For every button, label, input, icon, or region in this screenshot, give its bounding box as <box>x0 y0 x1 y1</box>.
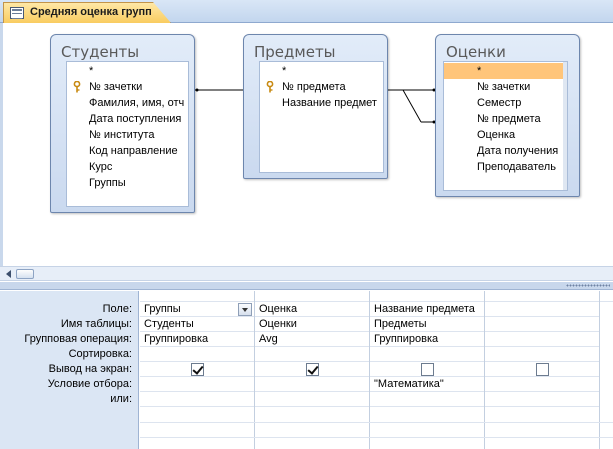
query-tab[interactable]: Средняя оценка групп <box>3 2 171 23</box>
key-icon <box>266 81 274 93</box>
field-item[interactable]: Код направление <box>67 143 188 159</box>
cell-show[interactable] <box>485 362 599 377</box>
cell-criteria[interactable] <box>140 377 254 392</box>
cell-show[interactable] <box>255 362 369 377</box>
table-subjects-title: Предметы <box>254 43 336 61</box>
row-label-sort: Сортировка: <box>68 348 132 360</box>
cell-table[interactable]: Оценки <box>255 317 369 332</box>
cell-table[interactable]: Студенты <box>140 317 254 332</box>
field-item[interactable]: № института <box>67 127 188 143</box>
field-item-key[interactable]: № предмета <box>260 79 383 95</box>
row-label-or: или: <box>110 393 132 405</box>
field-item[interactable]: Группы <box>67 175 188 191</box>
splitter-grip-icon[interactable] <box>566 284 610 287</box>
query-tab-title: Средняя оценка групп <box>30 6 152 18</box>
field-item[interactable]: Дата поступления <box>67 111 188 127</box>
row-label-total: Групповая операция: <box>24 333 132 345</box>
cell-or[interactable] <box>140 392 254 407</box>
horizontal-scrollbar[interactable] <box>0 266 613 281</box>
cell-criteria[interactable]: "Математика" <box>370 377 484 392</box>
show-checkbox[interactable] <box>536 363 549 376</box>
scroll-thumb[interactable] <box>16 269 34 279</box>
table-subjects[interactable]: Предметы * № предмета Название предмет <box>243 34 388 179</box>
field-item[interactable]: * <box>260 63 383 79</box>
cell-sort[interactable] <box>370 347 484 362</box>
table-subjects-field-list[interactable]: * № предмета Название предмет <box>259 61 384 173</box>
scroll-left-icon[interactable] <box>6 270 11 278</box>
table-students-title: Студенты <box>61 43 140 61</box>
cell-field[interactable] <box>485 302 599 317</box>
row-label-field: Поле: <box>102 303 132 315</box>
field-item[interactable]: Фамилия, имя, отч <box>67 95 188 111</box>
grid-row-line <box>140 422 613 423</box>
cell-operation[interactable] <box>485 332 599 347</box>
query-design-window: Средняя оценка групп Студенты * № зачетк… <box>0 0 613 449</box>
row-label-show: Вывод на экран: <box>48 363 132 375</box>
cell-field[interactable]: Название предмета <box>370 302 484 317</box>
query-icon <box>10 7 24 19</box>
table-design-pane[interactable]: Студенты * № зачетки Фамилия, имя, отч Д… <box>0 23 613 266</box>
grid-column-1[interactable]: Группы Студенты Группировка <box>140 291 255 449</box>
field-item[interactable]: Преподаватель <box>444 159 565 175</box>
cell-sort[interactable] <box>255 347 369 362</box>
cell-operation[interactable]: Группировка <box>140 332 254 347</box>
show-checkbox[interactable] <box>421 363 434 376</box>
grid-row-headers: Поле: Имя таблицы: Групповая операция: С… <box>0 291 139 449</box>
cell-criteria[interactable] <box>255 377 369 392</box>
table-grades-title: Оценки <box>446 43 506 61</box>
table-students-field-list[interactable]: * № зачетки Фамилия, имя, отч Дата посту… <box>66 61 189 207</box>
cell-field[interactable]: Оценка <box>255 302 369 317</box>
cell-or[interactable] <box>255 392 369 407</box>
cell-show[interactable] <box>370 362 484 377</box>
key-icon <box>73 81 81 93</box>
query-grid[interactable]: Поле: Имя таблицы: Групповая операция: С… <box>0 291 613 449</box>
cell-or[interactable] <box>485 392 599 407</box>
grid-column-3[interactable]: Название предмета Предметы Группировка "… <box>370 291 485 449</box>
row-label-criteria: Условие отбора: <box>47 378 132 390</box>
table-grades[interactable]: Оценки * № зачетки Семестр № предмета Оц… <box>435 34 580 197</box>
cell-table[interactable]: Предметы <box>370 317 484 332</box>
grid-row-line <box>140 437 613 438</box>
field-item[interactable]: * <box>67 63 188 79</box>
document-tab-strip: Средняя оценка групп <box>0 0 613 23</box>
field-item[interactable]: Курс <box>67 159 188 175</box>
show-checkbox[interactable] <box>191 363 204 376</box>
grid-column-2[interactable]: Оценка Оценки Avg <box>255 291 370 449</box>
cell-field[interactable]: Группы <box>140 302 254 317</box>
pane-splitter[interactable] <box>0 282 613 290</box>
cell-sort[interactable] <box>485 347 599 362</box>
field-item[interactable]: № предмета <box>444 111 565 127</box>
cell-table[interactable] <box>485 317 599 332</box>
field-list-scrollbar[interactable] <box>563 62 567 190</box>
field-item[interactable]: Семестр <box>444 95 565 111</box>
field-item[interactable]: Дата получения <box>444 143 565 159</box>
show-checkbox[interactable] <box>306 363 319 376</box>
cell-operation[interactable]: Avg <box>255 332 369 347</box>
cell-operation[interactable]: Группировка <box>370 332 484 347</box>
row-label-table: Имя таблицы: <box>60 318 132 330</box>
cell-or[interactable] <box>370 392 484 407</box>
table-grades-field-list[interactable]: * № зачетки Семестр № предмета Оценка Да… <box>443 61 568 191</box>
grid-column-4[interactable] <box>485 291 600 449</box>
relationship-end-marker <box>195 88 199 92</box>
field-item[interactable]: Название предмет <box>260 95 383 111</box>
cell-sort[interactable] <box>140 347 254 362</box>
field-item-selected[interactable]: * <box>444 63 565 79</box>
cell-show[interactable] <box>140 362 254 377</box>
field-item[interactable]: № зачетки <box>444 79 565 95</box>
relationship-line-subjects-grades-2a <box>402 89 422 123</box>
field-item[interactable]: Оценка <box>444 127 565 143</box>
field-item-key[interactable]: № зачетки <box>67 79 188 95</box>
cell-criteria[interactable] <box>485 377 599 392</box>
table-students[interactable]: Студенты * № зачетки Фамилия, имя, отч Д… <box>50 34 195 213</box>
chevron-down-icon[interactable] <box>238 303 252 316</box>
